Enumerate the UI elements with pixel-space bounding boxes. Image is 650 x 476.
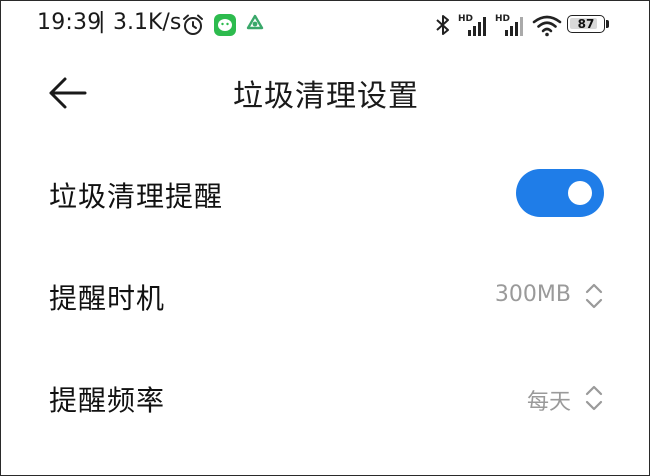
setting-label-timing: 提醒时机 <box>49 282 166 315</box>
wechat-icon <box>213 13 237 41</box>
setting-row-timing[interactable]: 提醒时机 300MB <box>1 255 649 335</box>
setting-row-frequency[interactable]: 提醒频率 每天 <box>1 357 649 437</box>
screen: 19:39 | 3.1K/s HD HD 87 垃圾清理设置 垃圾清理提醒 提醒… <box>0 0 650 476</box>
setting-label-reminder: 垃圾清理提醒 <box>49 180 224 213</box>
svg-text:HD: HD <box>458 14 473 24</box>
status-bar: 19:39 | 3.1K/s HD HD 87 <box>1 1 649 51</box>
page-title: 垃圾清理设置 <box>233 79 419 114</box>
hd-signal-icon: HD <box>495 12 525 42</box>
chevron-up-down-icon <box>585 283 603 309</box>
alarm-icon <box>181 13 205 41</box>
setting-label-frequency: 提醒频率 <box>49 384 166 417</box>
toggle-knob <box>568 181 592 205</box>
chevron-up-down-icon <box>585 385 603 411</box>
status-separator: | <box>98 9 106 34</box>
svg-text:HD: HD <box>495 14 510 24</box>
sync-icon <box>244 14 266 40</box>
network-speed: 3.1K/s <box>113 10 182 35</box>
hd-signal-icon: HD <box>458 12 488 42</box>
reminder-toggle[interactable] <box>516 169 604 217</box>
setting-value-frequency: 每天 <box>526 390 571 415</box>
battery-percent: 87 <box>577 17 595 31</box>
wifi-icon <box>532 15 562 41</box>
bluetooth-icon <box>435 13 451 41</box>
status-time: 19:39 <box>37 10 102 35</box>
setting-value-timing: 300MB <box>494 282 571 307</box>
battery-tip <box>606 20 609 28</box>
